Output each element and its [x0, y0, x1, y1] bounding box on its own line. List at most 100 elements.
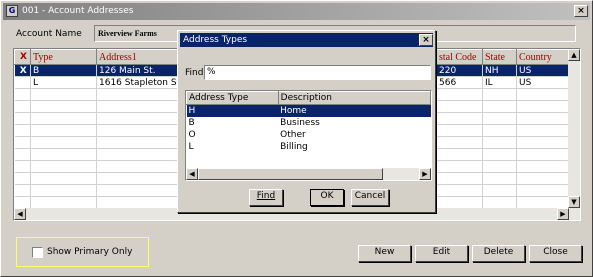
dialog-titlebar[interactable]: Address Types × [180, 33, 433, 47]
window-close-button[interactable]: × [574, 5, 588, 17]
close-button[interactable]: Close [529, 245, 582, 262]
empty-cell [436, 88, 483, 101]
empty-cell [436, 172, 483, 185]
country-cell: US [516, 76, 571, 89]
empty-cell [516, 124, 571, 137]
empty-cell [30, 112, 97, 125]
empty-cell [436, 136, 483, 149]
empty-cell [482, 172, 517, 185]
empty-cell [14, 88, 31, 101]
type-cell: L [30, 76, 97, 89]
list-item[interactable]: H Home [186, 104, 431, 117]
empty-cell [436, 196, 483, 209]
empty-cell [482, 88, 517, 101]
ok-button-label: OK [320, 191, 334, 201]
dialog-horizontal-scrollbar[interactable]: ◀ ▶ [186, 168, 431, 180]
empty-cell [14, 184, 31, 197]
row-marker [14, 76, 31, 89]
grid-vertical-scrollbar[interactable]: ▲ ▼ [568, 49, 580, 220]
empty-cell [14, 124, 31, 137]
empty-cell [30, 136, 97, 149]
window-title: 001 - Account Addresses [22, 6, 134, 16]
description-cell: Billing [280, 141, 308, 152]
row-marker: X [14, 64, 31, 77]
empty-cell [516, 172, 571, 185]
empty-cell [30, 148, 97, 161]
empty-cell [436, 160, 483, 173]
scroll-left-icon[interactable]: ◀ [14, 208, 26, 220]
column-header-description[interactable]: Description [277, 91, 431, 105]
empty-cell [516, 148, 571, 161]
window-titlebar[interactable]: G 001 - Account Addresses × [3, 3, 590, 20]
show-primary-checkbox[interactable] [32, 247, 43, 258]
empty-cell [14, 196, 31, 209]
postal-code-cell: 566 [436, 76, 483, 89]
scroll-left-icon[interactable]: ◀ [186, 168, 198, 180]
empty-cell [482, 184, 517, 197]
empty-cell [436, 112, 483, 125]
column-header-type[interactable]: Type [30, 49, 97, 65]
empty-cell [30, 184, 97, 197]
empty-cell [14, 100, 31, 113]
empty-cell [482, 160, 517, 173]
cancel-button[interactable]: Cancel [351, 189, 389, 206]
scroll-right-icon[interactable]: ▶ [557, 208, 569, 220]
empty-cell [516, 112, 571, 125]
find-input[interactable]: % [204, 65, 431, 80]
find-button[interactable]: Find [249, 189, 283, 206]
description-cell: Business [280, 117, 320, 128]
empty-cell [482, 124, 517, 137]
state-cell: IL [482, 76, 517, 89]
column-header-country[interactable]: Country [516, 49, 571, 65]
app-icon: G [6, 5, 18, 17]
scroll-right-icon[interactable]: ▶ [419, 168, 431, 180]
empty-cell [516, 88, 571, 101]
empty-cell [436, 124, 483, 137]
find-label: Find [185, 68, 204, 78]
list-item[interactable]: O Other [187, 129, 431, 141]
empty-cell [482, 148, 517, 161]
column-header-state[interactable]: State [482, 49, 517, 65]
empty-cell [516, 136, 571, 149]
empty-cell [30, 100, 97, 113]
find-button-label: Find [256, 191, 276, 201]
empty-cell [482, 196, 517, 209]
address-type-cell: B [188, 117, 195, 128]
empty-cell [516, 100, 571, 113]
column-header-address-type[interactable]: Address Type [186, 91, 279, 105]
state-cell: NH [482, 64, 517, 77]
description-cell: Home [278, 104, 431, 117]
empty-cell [14, 172, 31, 185]
scroll-up-icon[interactable]: ▲ [568, 49, 580, 61]
edit-button[interactable]: Edit [415, 245, 468, 262]
empty-cell [30, 172, 97, 185]
type-cell: B [30, 64, 97, 77]
address-types-grid[interactable]: Address Type Description H Home B Business O… [185, 90, 432, 181]
dialog-title: Address Types [183, 35, 248, 45]
address-type-cell: L [188, 141, 194, 152]
empty-cell [516, 196, 571, 209]
address-types-dialog: Address Types × Find % Address Type Desc… [177, 30, 436, 213]
address-type-cell: O [188, 129, 196, 140]
empty-cell [14, 112, 31, 125]
scroll-down-icon[interactable]: ▼ [568, 196, 580, 208]
column-header-postal-code[interactable]: stal Code [436, 49, 483, 65]
empty-cell [14, 136, 31, 149]
country-cell: US [516, 64, 571, 77]
empty-cell [482, 136, 517, 149]
empty-cell [516, 184, 571, 197]
empty-cell [14, 160, 31, 173]
list-item[interactable]: B Business [187, 117, 431, 129]
empty-cell [436, 100, 483, 113]
empty-cell [482, 112, 517, 125]
column-header-x[interactable]: X [14, 49, 31, 65]
scroll-thumb[interactable] [198, 168, 383, 180]
postal-code-cell: 220 [436, 64, 483, 77]
delete-button[interactable]: Delete [472, 245, 525, 262]
ok-button[interactable]: OK [310, 189, 344, 206]
empty-cell [30, 160, 97, 173]
list-item[interactable]: L Billing [187, 141, 431, 153]
show-primary-highlight: Show Primary Only [16, 237, 149, 267]
new-button[interactable]: New [358, 245, 411, 262]
dialog-close-button[interactable]: × [419, 34, 433, 46]
